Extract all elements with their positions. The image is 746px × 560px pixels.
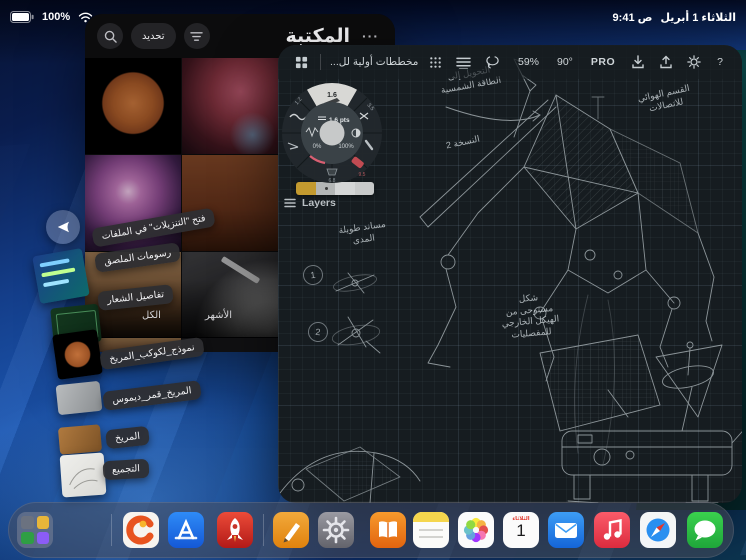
layers-lines-icon <box>284 198 296 208</box>
battery-icon <box>10 11 34 23</box>
dock-app-safari[interactable] <box>640 512 676 548</box>
dock-app-appstore[interactable] <box>168 512 204 548</box>
dock-app-music[interactable] <box>594 512 630 548</box>
dock-divider <box>111 514 112 546</box>
dock-app-notes[interactable] <box>413 512 449 548</box>
pro-button[interactable]: PRO <box>582 56 624 68</box>
dock-app-photos[interactable] <box>458 512 494 548</box>
layers-label: Layers <box>302 197 336 209</box>
grid-icon <box>295 56 308 68</box>
gallery-button[interactable] <box>288 45 315 79</box>
drag-back-button[interactable] <box>46 210 80 244</box>
more-button[interactable]: ··· <box>358 28 383 44</box>
messages-bubble-icon <box>694 520 716 541</box>
mail-envelope-icon <box>555 523 577 538</box>
drag-thumb-assembly <box>59 452 107 498</box>
opacity-max-label: 100% <box>338 144 354 150</box>
opacity-min-label: 0% <box>313 144 322 150</box>
status-time: 9:41 ص <box>612 11 653 24</box>
drag-thumb-deimos <box>55 380 103 416</box>
photos-flower-icon <box>463 517 489 543</box>
dock-app-settings[interactable] <box>318 512 354 548</box>
import-button[interactable] <box>624 45 652 79</box>
tool-wheel[interactable]: 1.6 1.2 3.5 9.5 6.8 1.6 pts 0% 100% <box>280 81 384 185</box>
search-icon <box>104 30 117 43</box>
pencil-icon <box>283 523 300 543</box>
tab-months[interactable]: الأشهر <box>205 310 232 321</box>
folder-mini-icons <box>21 516 49 544</box>
dock-app-messages[interactable] <box>687 512 723 548</box>
zoom-level[interactable]: 59% <box>509 56 548 68</box>
dock-app-concepts[interactable] <box>123 512 159 548</box>
rotation-value[interactable]: 90° <box>548 56 582 68</box>
wifi-icon <box>78 12 93 23</box>
dock-app-mail[interactable] <box>548 512 584 548</box>
marker-size-label: 6.8 <box>329 178 336 184</box>
color-puck[interactable] <box>319 120 345 146</box>
status-bar: 100% 9:41 ص الثلاثاء 1 أبريل <box>0 0 746 30</box>
drag-thumb-mars-model <box>52 329 103 380</box>
rocket-icon <box>227 518 243 542</box>
dock-app-calendar[interactable]: الثلاثاء 1 <box>503 512 539 548</box>
ipad-screen: 100% 9:41 ص الثلاثاء 1 أبريل الكل الأشهر <box>0 0 746 560</box>
drag-label-assembly: التجميع <box>102 458 150 481</box>
books-icon <box>379 521 397 538</box>
settings-gear-icon <box>322 516 350 544</box>
sketch-app-window: التحويل إلى الطاقة الشمسية القسم الهوائي… <box>278 45 742 503</box>
music-note-icon <box>603 519 622 540</box>
dots-grid-icon <box>430 56 442 68</box>
dock-app-folder[interactable] <box>17 512 53 548</box>
layers-panel-header[interactable]: Layers <box>284 197 336 209</box>
lines-icon <box>456 57 472 69</box>
dock: الثلاثاء 1 <box>8 502 734 558</box>
toolbar-separator <box>320 54 321 70</box>
active-size-label: 1.6 <box>327 92 337 99</box>
lasso-button[interactable] <box>478 45 507 79</box>
status-date: الثلاثاء 1 أبريل <box>660 11 736 24</box>
app-store-icon <box>174 518 198 540</box>
concepts-icon <box>126 515 154 545</box>
filter-lines-icon <box>190 31 203 41</box>
import-icon <box>632 55 644 69</box>
document-title[interactable]: مخططات أولية لل... <box>330 56 418 68</box>
photo-mars-globe[interactable] <box>85 58 181 154</box>
battery-percent: 100% <box>42 11 71 23</box>
dots-grid-button[interactable] <box>422 45 449 79</box>
safari-compass-icon <box>646 518 670 542</box>
gear-icon <box>687 55 701 69</box>
tab-all[interactable]: الكل <box>142 310 161 321</box>
export-icon <box>660 55 672 69</box>
export-button[interactable] <box>652 45 680 79</box>
dock-divider <box>263 514 264 546</box>
settings-button[interactable] <box>680 45 708 79</box>
dock-app-drawing[interactable] <box>273 512 309 548</box>
dock-app-rocket[interactable] <box>217 512 253 548</box>
help-button[interactable]: ? <box>708 56 732 68</box>
drag-thumb-sticker <box>32 248 90 304</box>
lasso-icon <box>486 55 500 69</box>
back-arrow-icon <box>57 221 69 233</box>
sketch-toolbar: مخططات أولية لل... 59% 90° PRO ? <box>278 45 742 79</box>
eraser-size-label: 9.5 <box>359 172 366 178</box>
calendar-day: 1 <box>516 521 526 540</box>
annotation-exoskeleton: شكل مستوحى من الهيكل الخارجي للمفصليات <box>501 292 560 340</box>
drag-thumb-mars-photo <box>57 424 103 455</box>
dock-app-books[interactable] <box>370 512 406 548</box>
photo-horsehead-nebula[interactable] <box>182 58 280 154</box>
photo-mars-hills[interactable] <box>182 155 280 251</box>
align-lines-button[interactable] <box>449 45 478 79</box>
